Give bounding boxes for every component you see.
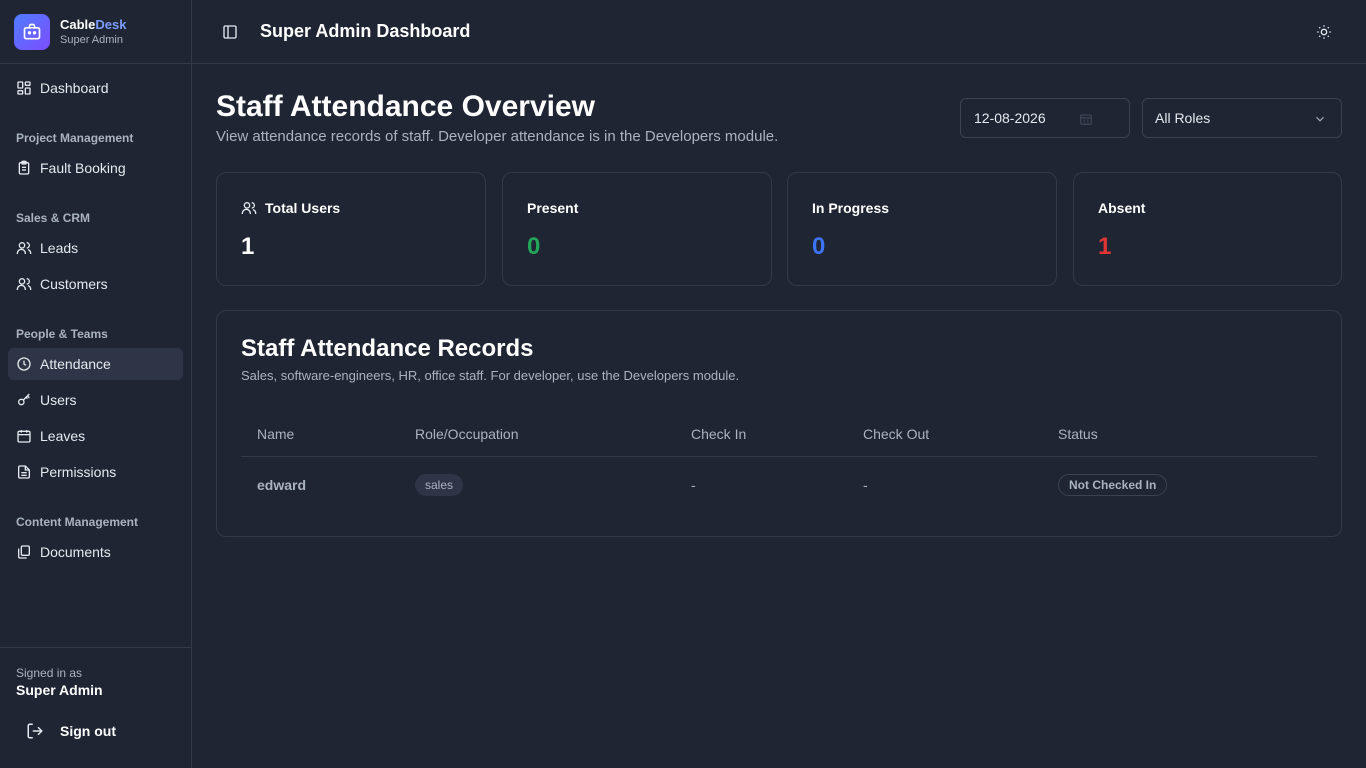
section-project-management: Project Management bbox=[16, 131, 134, 145]
topbar: Super Admin Dashboard bbox=[192, 0, 1366, 64]
section-people-teams: People & Teams bbox=[16, 327, 108, 341]
sidebar-item-label: Customers bbox=[40, 276, 108, 292]
panel-left-icon bbox=[223, 24, 237, 39]
stat-label-text: In Progress bbox=[812, 200, 890, 216]
log-out-icon bbox=[26, 722, 44, 740]
stat-label: Absent bbox=[1098, 200, 1145, 216]
brand-subtitle: Super Admin bbox=[60, 34, 123, 46]
clock-icon bbox=[16, 356, 32, 372]
role-badge: sales bbox=[415, 474, 464, 496]
sidebar-toggle-button[interactable] bbox=[222, 24, 238, 40]
brand-name: CableDesk bbox=[60, 17, 126, 32]
records-description: Sales, software-engineers, HR, office st… bbox=[241, 368, 740, 383]
sidebar-item-label: Leads bbox=[40, 240, 79, 256]
sidebar-item-label: Leaves bbox=[40, 428, 86, 444]
stat-value: 0 bbox=[527, 233, 541, 260]
users-icon bbox=[241, 200, 257, 216]
stat-label-text: Absent bbox=[1098, 200, 1146, 216]
stat-card-in-progress: In Progress 0 bbox=[787, 172, 1057, 286]
stat-card-total-users: Total Users 1 bbox=[216, 172, 486, 286]
signed-in-label: Signed in as bbox=[16, 666, 83, 680]
brand[interactable]: CableDesk Super Admin bbox=[0, 0, 191, 64]
stat-label: In Progress bbox=[812, 200, 889, 216]
dashboard-icon bbox=[16, 80, 32, 96]
sidebar-item-documents[interactable]: Documents bbox=[8, 536, 183, 568]
sidebar-item-label: Permissions bbox=[40, 464, 117, 480]
calendar-icon bbox=[16, 428, 32, 444]
cell-check-in: - bbox=[691, 477, 696, 493]
stats-row: Total Users 1 Present 0 In Progress 0 Ab… bbox=[216, 172, 1342, 286]
cell-role: sales bbox=[415, 457, 464, 513]
brand-name-part2: Desk bbox=[95, 17, 127, 32]
calendar-icon[interactable] bbox=[1079, 112, 1093, 126]
theme-toggle-button[interactable] bbox=[1316, 24, 1332, 40]
stat-card-present: Present 0 bbox=[502, 172, 772, 286]
column-header-name[interactable]: Name bbox=[257, 411, 294, 456]
sidebar-item-label: Attendance bbox=[40, 356, 111, 372]
briefcase-icon bbox=[14, 13, 50, 50]
sign-out-button[interactable]: Sign out bbox=[26, 722, 175, 740]
sidebar-item-label: Dashboard bbox=[40, 80, 109, 96]
status-badge: Not Checked In bbox=[1058, 474, 1168, 496]
page-title: Staff Attendance Overview bbox=[216, 90, 595, 123]
users-icon bbox=[16, 276, 32, 292]
section-sales-crm: Sales & CRM bbox=[16, 211, 91, 225]
column-header-check-out[interactable]: Check Out bbox=[863, 411, 929, 456]
page-description: View attendance records of staff. Develo… bbox=[216, 128, 779, 145]
key-icon bbox=[16, 392, 32, 408]
sidebar-item-dashboard[interactable]: Dashboard bbox=[8, 72, 183, 104]
section-content-management: Content Management bbox=[16, 515, 139, 529]
users-icon bbox=[16, 240, 32, 256]
stat-label: Total Users bbox=[241, 200, 340, 216]
table-row[interactable]: edward sales - - Not Checked In bbox=[241, 457, 1317, 513]
stat-label-text: Total Users bbox=[265, 200, 341, 216]
stat-value: 0 bbox=[812, 233, 826, 260]
column-header-check-in[interactable]: Check In bbox=[691, 411, 746, 456]
column-header-status[interactable]: Status bbox=[1058, 411, 1098, 456]
brand-name-part1: Cable bbox=[60, 17, 96, 32]
sun-icon bbox=[1317, 25, 1331, 39]
sidebar: CableDesk Super Admin Dashboard Project … bbox=[0, 0, 192, 768]
sidebar-item-customers[interactable]: Customers bbox=[8, 268, 183, 300]
sidebar-item-label: Users bbox=[40, 392, 77, 408]
sidebar-item-label: Documents bbox=[40, 544, 111, 560]
documents-icon bbox=[16, 544, 32, 560]
stat-label-text: Present bbox=[527, 200, 579, 216]
stat-value: 1 bbox=[1098, 233, 1112, 260]
sidebar-item-fault-booking[interactable]: Fault Booking bbox=[8, 152, 183, 184]
signed-in-name: Super Admin bbox=[16, 682, 103, 698]
cell-check-out: - bbox=[863, 477, 868, 493]
date-value: 12-08-2026 bbox=[974, 110, 1046, 126]
stat-label: Present bbox=[527, 200, 578, 216]
sidebar-item-permissions[interactable]: Permissions bbox=[8, 456, 183, 488]
sidebar-nav: Dashboard Project Management Fault Booki… bbox=[0, 64, 191, 580]
sidebar-item-leaves[interactable]: Leaves bbox=[8, 420, 183, 452]
sidebar-item-label: Fault Booking bbox=[40, 160, 126, 176]
sidebar-item-leads[interactable]: Leads bbox=[8, 232, 183, 264]
sidebar-item-users[interactable]: Users bbox=[8, 384, 183, 416]
stat-card-absent: Absent 1 bbox=[1073, 172, 1342, 286]
clipboard-icon bbox=[16, 160, 32, 176]
sidebar-footer: Signed in as Super Admin Sign out bbox=[0, 647, 191, 768]
cell-status: Not Checked In bbox=[1058, 457, 1168, 513]
document-icon bbox=[16, 464, 32, 480]
records-title: Staff Attendance Records bbox=[241, 335, 534, 362]
sign-out-label: Sign out bbox=[60, 723, 116, 739]
stat-value: 1 bbox=[241, 233, 255, 260]
column-header-role[interactable]: Role/Occupation bbox=[415, 411, 519, 456]
chevron-down-icon bbox=[1313, 112, 1327, 126]
role-filter-value: All Roles bbox=[1155, 110, 1211, 126]
table-header: Name Role/Occupation Check In Check Out … bbox=[241, 411, 1317, 457]
attendance-records-card: Staff Attendance Records Sales, software… bbox=[216, 310, 1342, 537]
role-filter-select[interactable]: All Roles bbox=[1142, 98, 1342, 138]
date-picker-input[interactable]: 12-08-2026 bbox=[960, 98, 1130, 138]
cell-name: edward bbox=[257, 477, 307, 493]
sidebar-item-attendance[interactable]: Attendance bbox=[8, 348, 183, 380]
topbar-title: Super Admin Dashboard bbox=[260, 21, 471, 41]
